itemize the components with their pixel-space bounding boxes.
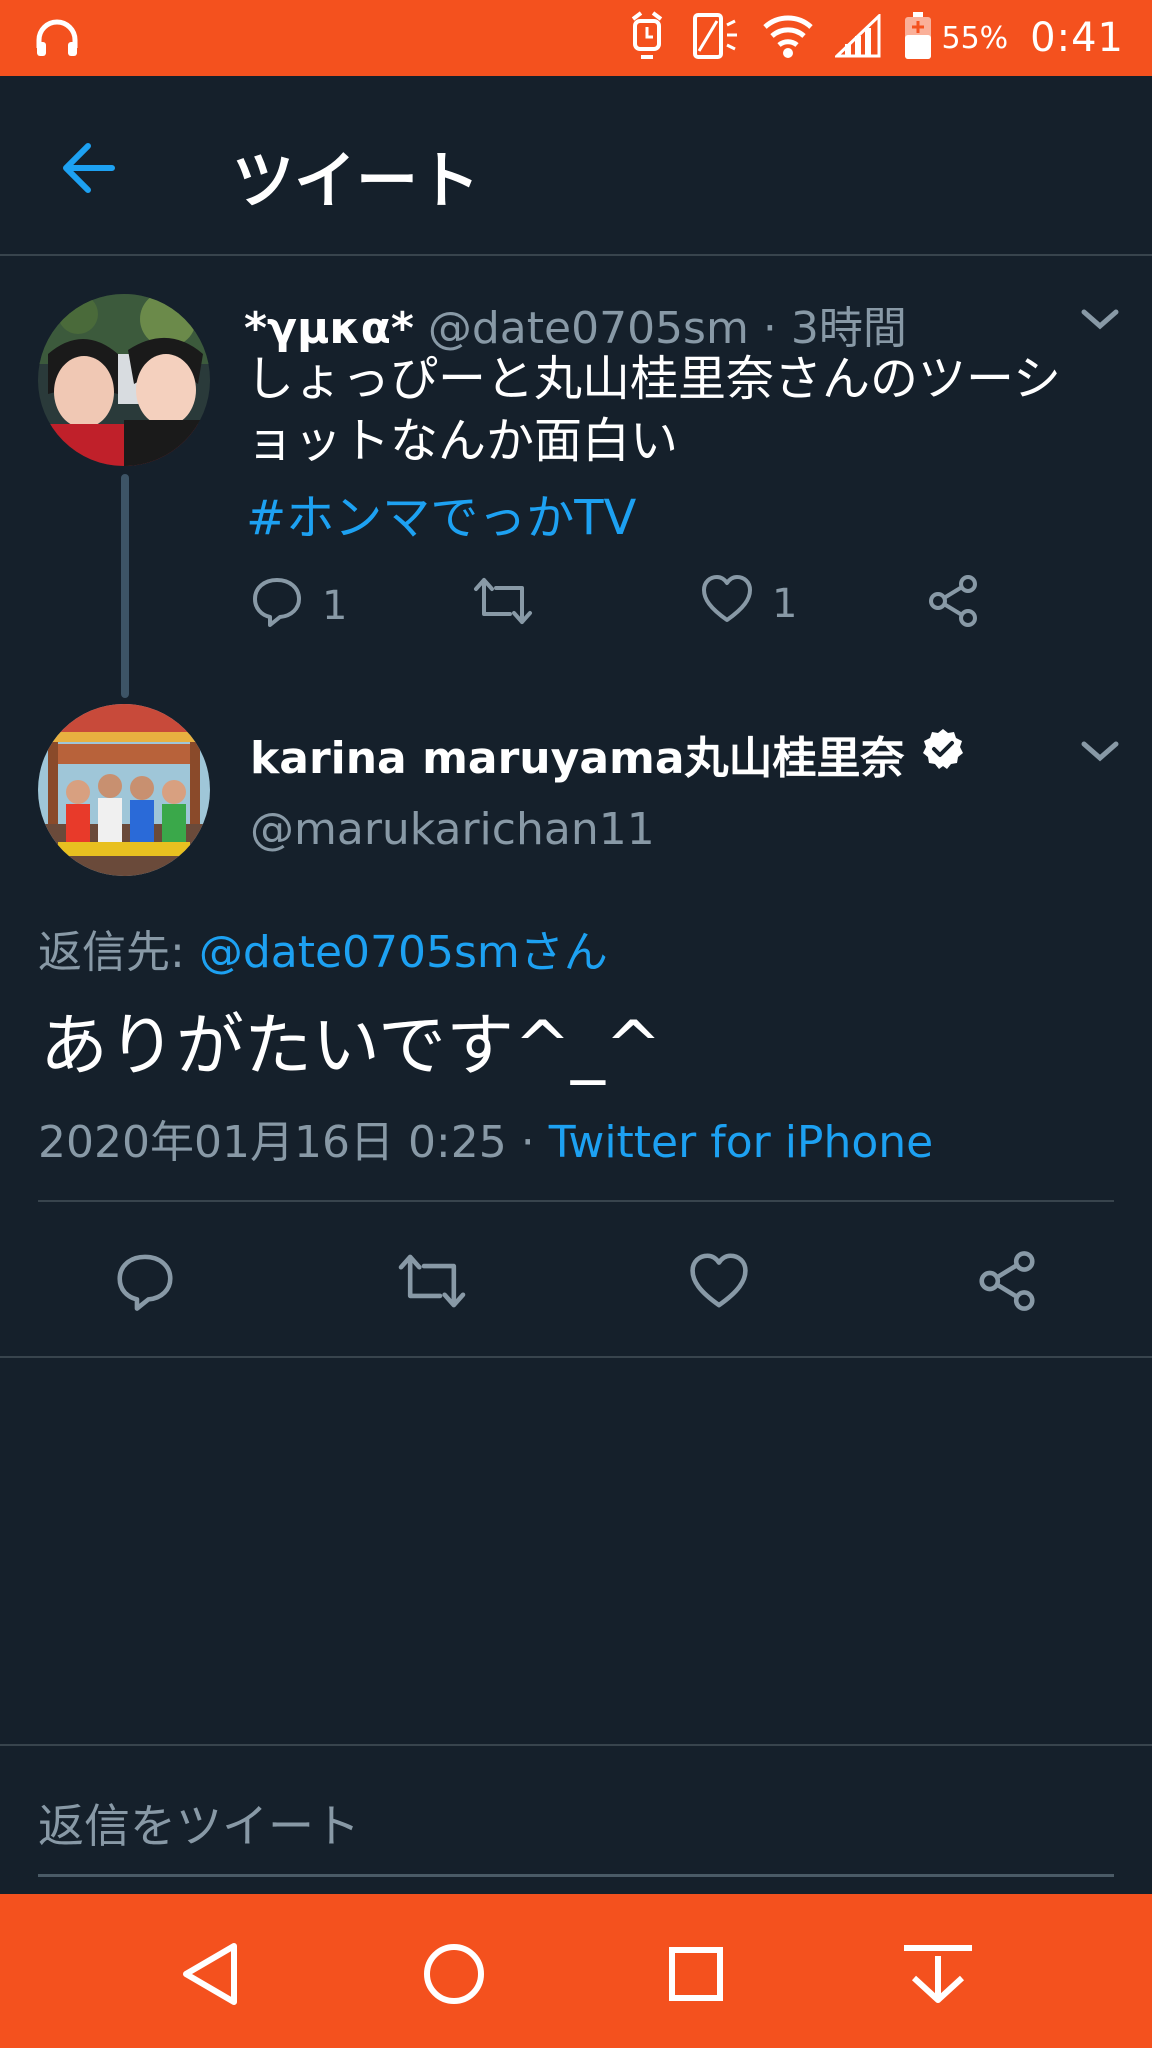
- reply-button[interactable]: 1: [250, 574, 347, 638]
- reply-icon: [250, 574, 304, 638]
- tweet-text: しょっぴーと丸山桂里奈さんのツーショットなんか面白い: [246, 351, 1062, 469]
- clock: 0:41: [1030, 15, 1124, 61]
- divider: [0, 1744, 1152, 1746]
- back-arrow-icon[interactable]: [58, 138, 118, 198]
- like-button[interactable]: [688, 1252, 750, 1314]
- recents-nav-icon[interactable]: [656, 1934, 736, 2014]
- reply-count: 1: [322, 583, 348, 629]
- like-button[interactable]: 1: [700, 574, 797, 634]
- avatar[interactable]: [38, 704, 210, 876]
- separator: ·: [762, 303, 777, 354]
- parent-tweet-header: *γμκα* @date0705sm · 3時間: [244, 292, 907, 356]
- alarm-icon: [627, 11, 667, 65]
- timestamp: 2020年01月16日 0:25: [38, 1117, 507, 1168]
- separator: ·: [520, 1117, 535, 1168]
- handle[interactable]: @marukarichan11: [250, 804, 655, 855]
- share-button[interactable]: [926, 574, 980, 638]
- retweet-button[interactable]: [472, 574, 534, 638]
- vibrate-icon: [689, 11, 741, 65]
- signal-icon: [833, 12, 881, 62]
- reply-button[interactable]: [114, 1250, 176, 1316]
- chevron-down-icon[interactable]: [1078, 304, 1122, 334]
- reply-icon: [117, 1254, 173, 1311]
- navigation-bar: [0, 1894, 1152, 2048]
- replying-to: 返信先: @date0705smさん: [38, 916, 608, 980]
- retweet-button[interactable]: [396, 1250, 468, 1316]
- display-name[interactable]: *γμκα*: [244, 303, 414, 354]
- display-name: karina maruyama丸山桂里奈: [250, 733, 905, 784]
- share-icon: [979, 1251, 1035, 1311]
- page-title: ツイート: [232, 144, 481, 217]
- back-nav-icon[interactable]: [172, 1934, 252, 2014]
- main-tweet-author[interactable]: karina maruyama丸山桂里奈: [250, 722, 965, 786]
- reply-input[interactable]: 返信をツイート: [38, 1790, 360, 1856]
- battery-icon: [903, 11, 933, 65]
- thread-connector: [121, 474, 129, 698]
- like-count: 1: [772, 581, 798, 627]
- share-icon: [926, 574, 980, 638]
- status-bar: 55% 0:41: [0, 0, 1152, 76]
- replying-to-link[interactable]: @date0705smさん: [199, 927, 608, 978]
- wifi-icon: [763, 13, 814, 63]
- tweet-timestamp: 2020年01月16日 0:25 · Twitter for iPhone: [38, 1106, 933, 1170]
- heart-icon: [690, 1253, 748, 1308]
- tweet-text: ありがたいです^_^: [40, 1007, 662, 1086]
- hashtag-link[interactable]: #ホンマでっかTV: [246, 478, 636, 548]
- hide-nav-icon[interactable]: [898, 1934, 978, 2014]
- retweet-icon: [398, 1254, 466, 1308]
- handle[interactable]: @date0705sm: [428, 303, 749, 354]
- heart-icon: [700, 574, 754, 634]
- verified-badge-icon: [921, 727, 965, 782]
- replying-label: 返信先:: [38, 927, 199, 978]
- source-link[interactable]: Twitter for iPhone: [549, 1117, 933, 1168]
- app-bar: ツイート: [0, 76, 1152, 256]
- share-button[interactable]: [976, 1250, 1038, 1316]
- tweet-actions: [0, 1246, 1152, 1316]
- home-nav-icon[interactable]: [414, 1934, 494, 2014]
- reply-input-underline: [38, 1874, 1114, 1877]
- divider: [0, 1356, 1152, 1358]
- chevron-down-icon[interactable]: [1078, 736, 1122, 766]
- headphones-icon: [34, 18, 80, 62]
- retweet-icon: [472, 574, 534, 638]
- time-ago: 3時間: [790, 303, 907, 354]
- divider: [38, 1200, 1114, 1202]
- avatar[interactable]: [38, 294, 210, 466]
- battery-percent: 55%: [941, 20, 1009, 56]
